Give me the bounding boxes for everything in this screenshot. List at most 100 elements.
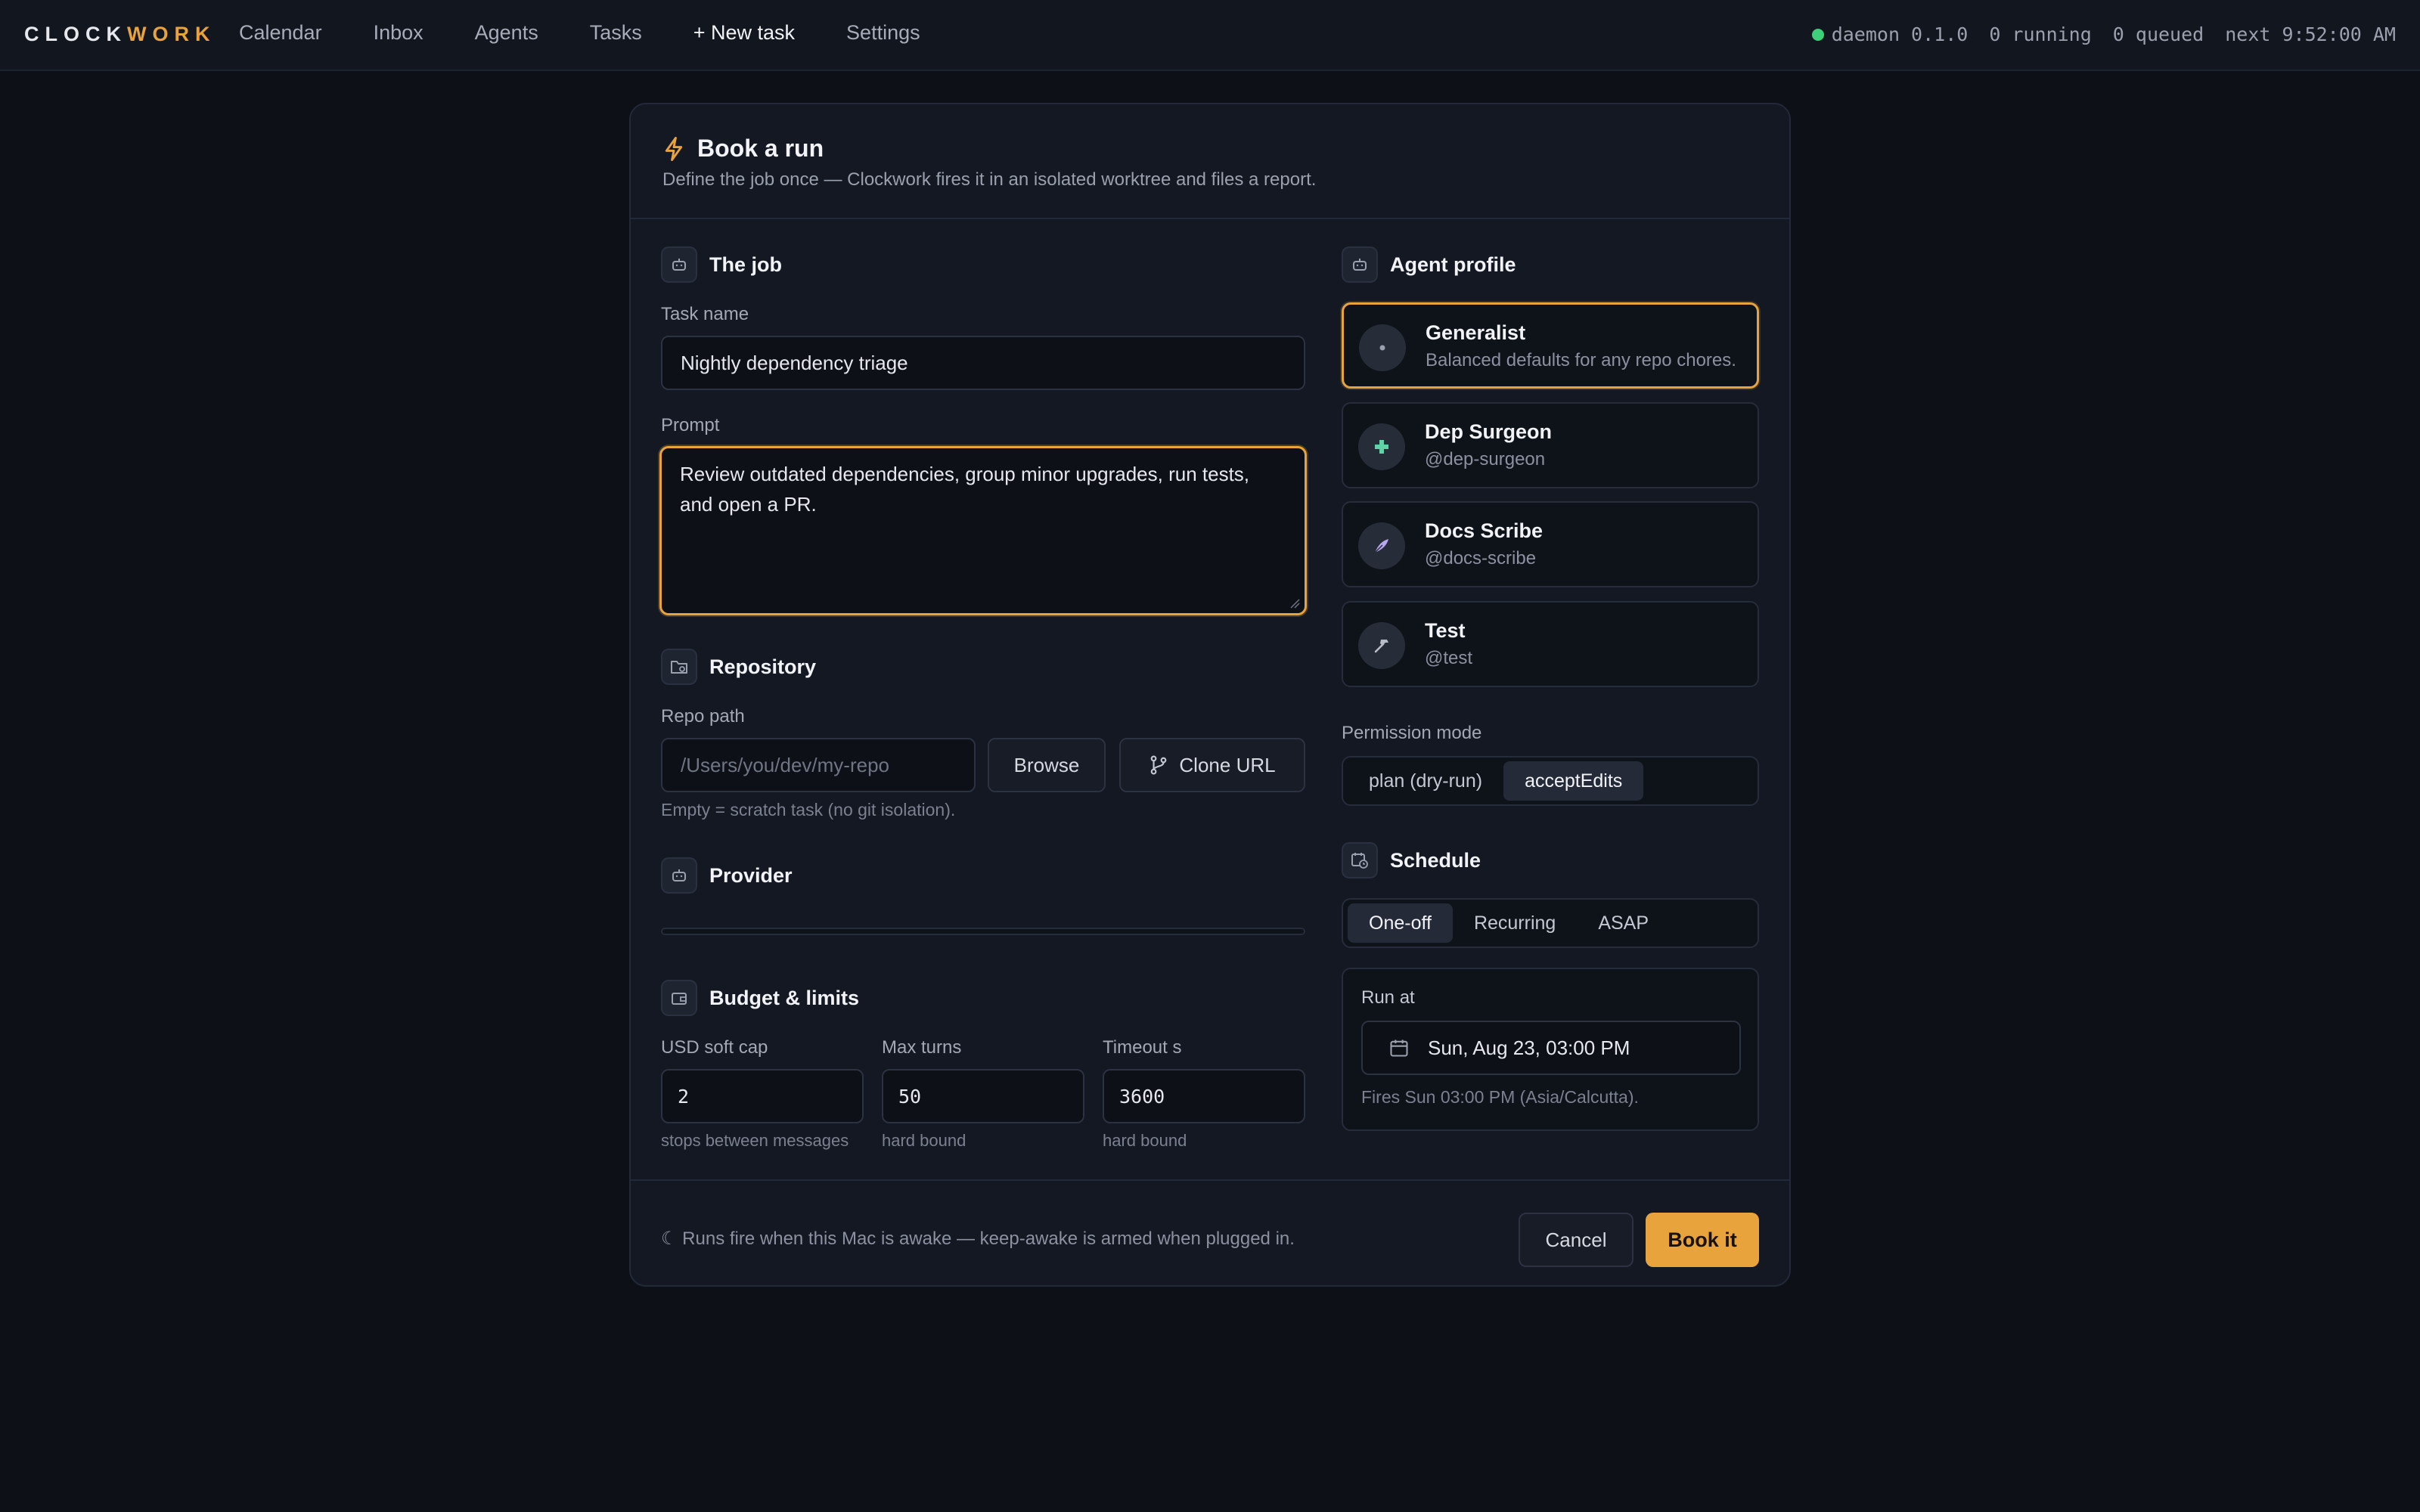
- schedule-type-toggle: One-off Recurring ASAP: [1342, 898, 1759, 948]
- book-it-button[interactable]: Book it: [1646, 1213, 1759, 1267]
- timeout-hint: hard bound: [1103, 1131, 1187, 1150]
- job-heading: The job: [709, 253, 782, 276]
- main-nav: Calendar Inbox Agents Tasks + New task S…: [239, 21, 972, 45]
- brand-logo[interactable]: CLOCKWORK: [24, 23, 216, 46]
- brand-part2: WORK: [127, 23, 216, 45]
- plus-icon: [1358, 423, 1405, 470]
- card-title: Book a run: [662, 135, 824, 163]
- prompt-textarea[interactable]: Review outdated dependencies, group mino…: [659, 446, 1307, 615]
- daemon-status: daemon 0.1.0 0 running 0 queued next 9:5…: [1811, 23, 2396, 45]
- repo-hint: Empty = scratch task (no git isolation).: [661, 800, 956, 820]
- resize-handle-icon[interactable]: [1289, 598, 1300, 609]
- agent-card-docs-scribe[interactable]: Docs Scribe @docs-scribe: [1342, 501, 1759, 587]
- provider-selector[interactable]: [661, 928, 1305, 935]
- agent-description: Balanced defaults for any repo chores.: [1426, 350, 1736, 370]
- clone-url-label: Clone URL: [1179, 753, 1276, 776]
- browse-label: Browse: [1013, 753, 1080, 776]
- robot-icon: [1342, 246, 1378, 283]
- agent-name: Test: [1425, 619, 1466, 642]
- agent-name: Dep Surgeon: [1425, 420, 1553, 443]
- browse-button[interactable]: Browse: [988, 738, 1106, 792]
- schedule-section-header: Schedule: [1342, 842, 1481, 878]
- git-branch-icon: [1151, 755, 1167, 775]
- run-at-panel: Run at Sun, Aug 23, 03:00 PM Fires Sun 0…: [1342, 968, 1759, 1131]
- usd-cap-input[interactable]: 2: [661, 1069, 864, 1123]
- repo-path-input[interactable]: /Users/you/dev/my-repo: [661, 738, 976, 792]
- agent-card-test[interactable]: Test @test: [1342, 601, 1759, 687]
- timeout-input[interactable]: 3600: [1103, 1069, 1305, 1123]
- agent-card-dep-surgeon[interactable]: Dep Surgeon @dep-surgeon: [1342, 402, 1759, 488]
- schedule-option-asap[interactable]: ASAP: [1577, 903, 1670, 943]
- cancel-label: Cancel: [1545, 1228, 1607, 1251]
- robot-icon: [661, 246, 697, 283]
- nav-settings[interactable]: Settings: [846, 21, 920, 45]
- max-turns-label: Max turns: [882, 1037, 962, 1058]
- task-name-input[interactable]: Nightly dependency triage: [661, 336, 1305, 390]
- calendar-icon: [1390, 1040, 1408, 1057]
- timeout-label: Timeout s: [1103, 1037, 1182, 1058]
- robot-icon: [661, 857, 697, 894]
- next-run: next 9:52:00 AM: [2225, 23, 2396, 45]
- hammer-icon: [1358, 622, 1405, 669]
- quill-icon: [1358, 522, 1405, 569]
- agent-name: Generalist: [1426, 321, 1526, 344]
- footer-note: ☾ Runs fire when this Mac is awake — kee…: [661, 1228, 1295, 1249]
- folder-icon: [661, 649, 697, 685]
- permission-option-accept-edits[interactable]: acceptEdits: [1503, 761, 1644, 801]
- max-turns-hint: hard bound: [882, 1131, 966, 1150]
- task-name-label: Task name: [661, 304, 749, 324]
- cancel-button[interactable]: Cancel: [1519, 1213, 1634, 1267]
- footer-divider: [629, 1179, 1791, 1181]
- calendar-clock-icon: [1342, 842, 1378, 878]
- job-section-header: The job: [661, 246, 782, 283]
- run-at-value: Sun, Aug 23, 03:00 PM: [1428, 1036, 1630, 1059]
- max-turns-input[interactable]: 50: [882, 1069, 1084, 1123]
- budget-section-header: Budget & limits: [661, 980, 859, 1016]
- nav-inbox[interactable]: Inbox: [374, 21, 424, 45]
- nav-calendar[interactable]: Calendar: [239, 21, 322, 45]
- status-dot-icon: [1811, 28, 1824, 41]
- nav-agents[interactable]: Agents: [475, 21, 538, 45]
- schedule-option-one-off[interactable]: One-off: [1348, 903, 1453, 943]
- agent-handle: @dep-surgeon: [1425, 449, 1546, 469]
- dot-icon: [1359, 324, 1406, 371]
- book-it-label: Book it: [1668, 1228, 1737, 1251]
- repo-path-label: Repo path: [661, 706, 745, 727]
- repository-section-header: Repository: [661, 649, 816, 685]
- wallet-icon: [661, 980, 697, 1016]
- top-bar: CLOCKWORK Calendar Inbox Agents Tasks + …: [0, 0, 2420, 71]
- agent-card-generalist[interactable]: Generalist Balanced defaults for any rep…: [1342, 302, 1759, 389]
- repository-heading: Repository: [709, 655, 817, 678]
- agent-profile-section-header: Agent profile: [1342, 246, 1516, 283]
- run-at-input[interactable]: Sun, Aug 23, 03:00 PM: [1361, 1021, 1741, 1075]
- schedule-heading: Schedule: [1390, 848, 1481, 872]
- lightning-icon: [665, 136, 683, 161]
- budget-heading: Budget & limits: [709, 986, 860, 1009]
- permission-mode-toggle: plan (dry-run) acceptEdits: [1342, 756, 1759, 806]
- queued-count: 0 queued: [2112, 23, 2204, 45]
- running-count: 0 running: [1989, 23, 2092, 45]
- nav-tasks[interactable]: Tasks: [590, 21, 642, 45]
- agent-handle: @test: [1425, 648, 1473, 668]
- brand-part1: CLOCK: [24, 23, 127, 45]
- clone-url-button[interactable]: Clone URL: [1119, 738, 1305, 792]
- prompt-text: Review outdated dependencies, group mino…: [680, 463, 1250, 516]
- fires-note: Fires Sun 03:00 PM (Asia/Calcutta).: [1361, 1087, 1639, 1107]
- run-at-label: Run at: [1361, 987, 1415, 1008]
- permission-mode-label: Permission mode: [1342, 723, 1482, 743]
- nav-new-task[interactable]: + New task: [693, 21, 795, 45]
- usd-cap-label: USD soft cap: [661, 1037, 768, 1058]
- agent-name: Docs Scribe: [1425, 519, 1544, 542]
- permission-option-plan[interactable]: plan (dry-run): [1348, 761, 1503, 801]
- usd-cap-hint: stops between messages: [661, 1131, 849, 1150]
- provider-section-header: Provider: [661, 857, 793, 894]
- daemon-version: daemon 0.1.0: [1831, 23, 1969, 45]
- schedule-option-recurring[interactable]: Recurring: [1453, 903, 1577, 943]
- card-header: Book a run Define the job once — Clockwo…: [631, 104, 1789, 219]
- card-subtitle: Define the job once — Clockwork fires it…: [662, 169, 1317, 190]
- provider-heading: Provider: [709, 863, 793, 887]
- card-title-text: Book a run: [697, 135, 824, 162]
- agent-profile-heading: Agent profile: [1390, 253, 1516, 276]
- agent-handle: @docs-scribe: [1425, 548, 1537, 569]
- prompt-label: Prompt: [661, 415, 720, 435]
